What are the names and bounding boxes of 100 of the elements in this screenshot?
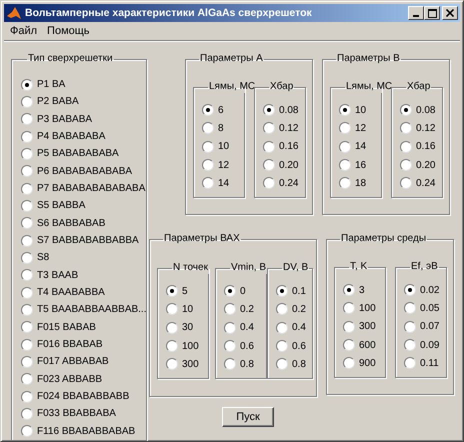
radio-button[interactable] — [276, 340, 288, 352]
radio-label[interactable]: 0.02 — [420, 284, 440, 296]
radio-label[interactable]: S8 — [37, 252, 50, 264]
radio-label[interactable]: 0.1 — [292, 286, 306, 297]
radio-label[interactable]: 12 — [355, 122, 366, 134]
close-button[interactable] — [442, 6, 458, 20]
radio-label[interactable]: F024 BBABABBABB — [37, 391, 130, 402]
radio-button[interactable] — [404, 320, 416, 333]
radio-button[interactable] — [21, 304, 33, 316]
radio-button[interactable] — [224, 285, 236, 298]
radio-button[interactable] — [21, 373, 33, 386]
radio-button[interactable] — [224, 340, 236, 352]
radio-label[interactable]: 0.4 — [240, 322, 254, 334]
radio-label[interactable]: 0.12 — [279, 122, 298, 134]
radio-label[interactable]: 5 — [182, 286, 188, 297]
radio-button[interactable] — [400, 177, 412, 190]
radio-button[interactable] — [21, 390, 33, 403]
radio-label[interactable]: 0.8 — [292, 358, 306, 370]
radio-button[interactable] — [404, 357, 416, 370]
radio-button[interactable] — [166, 358, 178, 370]
radio-button[interactable] — [400, 159, 412, 172]
radio-button[interactable] — [400, 104, 412, 116]
radio-label[interactable]: T4 BAABABBA — [37, 287, 105, 298]
run-button[interactable]: Пуск — [222, 407, 274, 427]
radio-button[interactable] — [21, 113, 33, 126]
radio-label[interactable]: S6 BABBABAB — [37, 218, 106, 229]
radio-button[interactable] — [404, 339, 416, 352]
radio-label[interactable]: F016 BBABAB — [37, 339, 103, 350]
radio-label[interactable]: 100 — [182, 340, 199, 352]
radio-label[interactable]: 0.6 — [240, 340, 254, 352]
radio-label[interactable]: 6 — [218, 104, 224, 116]
radio-label[interactable]: T5 BAABABBAABBAB... — [37, 304, 146, 316]
radio-label[interactable]: 0.12 — [416, 122, 436, 134]
radio-label[interactable]: 0.20 — [279, 160, 298, 171]
radio-button[interactable] — [21, 356, 33, 368]
radio-button[interactable] — [263, 140, 275, 153]
radio-button[interactable] — [343, 302, 355, 314]
radio-button[interactable] — [202, 159, 214, 172]
radio-button[interactable] — [400, 122, 412, 134]
radio-button[interactable] — [21, 148, 33, 160]
radio-label[interactable]: 300 — [182, 358, 199, 370]
radio-label[interactable]: 300 — [359, 321, 376, 332]
radio-button[interactable] — [404, 302, 416, 314]
radio-button[interactable] — [404, 284, 416, 296]
radio-button[interactable] — [21, 200, 33, 212]
radio-label[interactable]: F017 ABBABAB — [37, 356, 109, 368]
radio-label[interactable]: P1 BA — [37, 79, 66, 90]
radio-button[interactable] — [343, 357, 355, 370]
radio-button[interactable] — [263, 159, 275, 172]
radio-label[interactable]: S5 BABBA — [37, 200, 86, 212]
radio-button[interactable] — [21, 338, 33, 351]
radio-label[interactable]: 3 — [359, 284, 365, 296]
maximize-button[interactable] — [424, 6, 440, 20]
radio-label[interactable]: 14 — [355, 141, 366, 152]
radio-button[interactable] — [166, 303, 178, 316]
radio-button[interactable] — [343, 284, 355, 296]
radio-label[interactable]: 0.4 — [292, 322, 306, 334]
radio-button[interactable] — [263, 104, 275, 116]
radio-button[interactable] — [339, 104, 351, 116]
radio-button[interactable] — [166, 340, 178, 352]
radio-button[interactable] — [276, 285, 288, 298]
radio-label[interactable]: 30 — [182, 322, 194, 334]
radio-button[interactable] — [339, 159, 351, 172]
radio-label[interactable]: P7 BABABABABABABA — [37, 183, 146, 194]
radio-label[interactable]: 10 — [355, 104, 366, 116]
radio-label[interactable]: 0.2 — [292, 304, 306, 315]
radio-label[interactable]: F033 BBABBABA — [37, 408, 116, 420]
radio-label[interactable]: 0.20 — [416, 160, 436, 171]
radio-button[interactable] — [21, 408, 33, 420]
radio-label[interactable]: 12 — [218, 160, 230, 171]
radio-label[interactable]: F116 BBABABBABAB — [37, 426, 136, 437]
radio-button[interactable] — [21, 96, 33, 108]
radio-label[interactable]: 16 — [355, 160, 366, 171]
radio-button[interactable] — [339, 140, 351, 153]
radio-button[interactable] — [263, 177, 275, 190]
menu-item[interactable]: Помощь — [47, 25, 90, 37]
radio-button[interactable] — [21, 286, 33, 299]
radio-label[interactable]: 600 — [359, 340, 376, 351]
radio-label[interactable]: P6 BABABABABABA — [37, 166, 132, 177]
radio-label[interactable]: 0.16 — [279, 141, 298, 152]
radio-label[interactable]: 0 — [240, 286, 246, 297]
radio-label[interactable]: 0.08 — [416, 104, 436, 116]
radio-button[interactable] — [166, 285, 178, 298]
radio-button[interactable] — [21, 252, 33, 264]
radio-label[interactable]: 0.6 — [292, 340, 306, 352]
radio-label[interactable]: 0.09 — [420, 340, 440, 351]
radio-label[interactable]: 100 — [359, 302, 376, 314]
radio-button[interactable] — [339, 122, 351, 134]
radio-label[interactable]: 0.05 — [420, 302, 440, 314]
radio-label[interactable]: 0.16 — [416, 141, 436, 152]
radio-button[interactable] — [224, 303, 236, 316]
radio-label[interactable]: 10 — [182, 304, 194, 315]
radio-button[interactable] — [21, 234, 33, 247]
radio-button[interactable] — [224, 322, 236, 334]
radio-button[interactable] — [21, 217, 33, 230]
radio-button[interactable] — [202, 140, 214, 153]
radio-button[interactable] — [21, 165, 33, 178]
radio-button[interactable] — [343, 320, 355, 333]
radio-button[interactable] — [276, 303, 288, 316]
radio-button[interactable] — [21, 425, 33, 438]
